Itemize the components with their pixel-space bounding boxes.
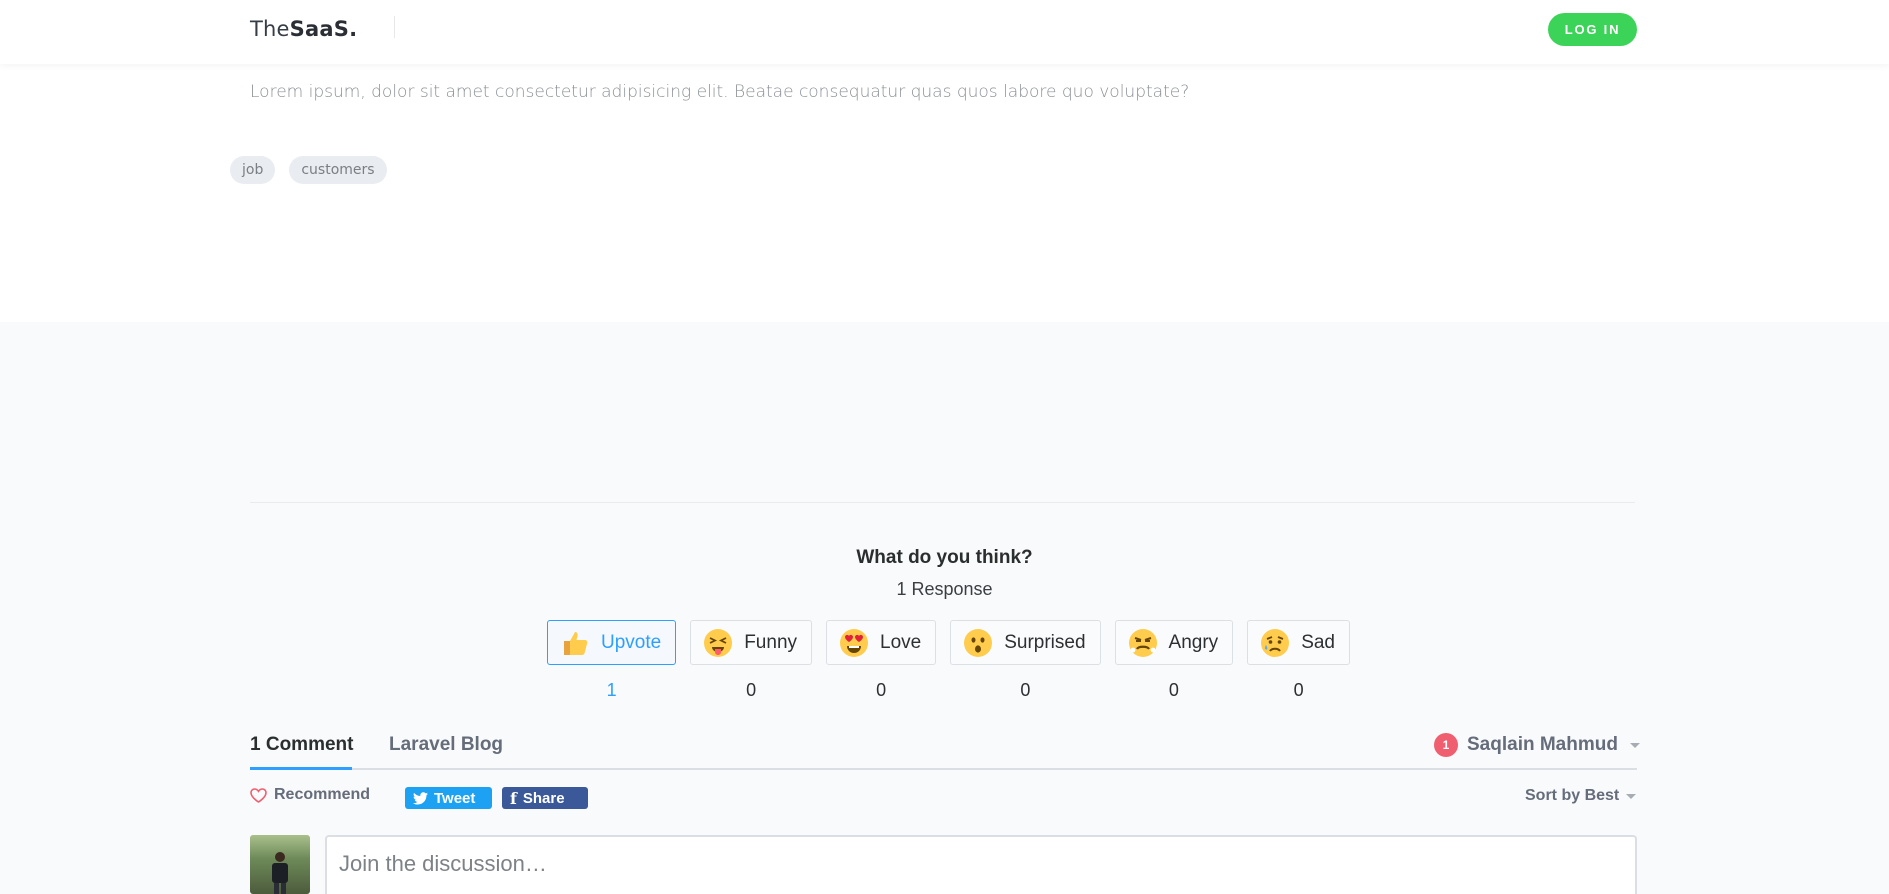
sort-dropdown[interactable]: Sort by Best bbox=[1525, 787, 1637, 805]
tag-job[interactable]: job bbox=[230, 156, 276, 184]
funny-label: Funny bbox=[744, 631, 798, 653]
section-divider bbox=[250, 502, 1635, 503]
tab-forum[interactable]: Laravel Blog bbox=[389, 734, 503, 756]
surprised-emoji-icon bbox=[964, 628, 993, 657]
tweet-button[interactable]: Tweet bbox=[405, 787, 492, 809]
angry-count: 0 bbox=[1168, 680, 1179, 700]
response-count: 1 Response bbox=[896, 579, 993, 599]
facebook-share-button[interactable]: f Share bbox=[502, 787, 588, 809]
upvote-button[interactable]: Upvote bbox=[547, 620, 677, 665]
reaction-angry: Angry 0 bbox=[1114, 620, 1234, 701]
avatar[interactable] bbox=[250, 835, 310, 894]
reactions-heading: What do you think? bbox=[856, 547, 1033, 568]
angry-emoji-icon bbox=[1128, 628, 1157, 657]
comments-section bbox=[0, 322, 1889, 894]
reaction-upvote: Upvote 1 bbox=[547, 620, 677, 701]
surprised-count: 0 bbox=[1020, 680, 1031, 700]
tabs-underline bbox=[250, 768, 1637, 770]
chevron-down-icon bbox=[1629, 742, 1640, 748]
tag-customers[interactable]: customers bbox=[289, 156, 387, 184]
funny-button[interactable]: Funny bbox=[690, 620, 813, 665]
logo-bold-text: SaaS. bbox=[289, 17, 358, 41]
user-name: Saqlain Mahmud bbox=[1467, 734, 1618, 755]
tweet-label: Tweet bbox=[434, 789, 476, 807]
sad-button[interactable]: Sad bbox=[1247, 620, 1350, 665]
thumbs-up-icon bbox=[564, 631, 588, 655]
heart-eyes-emoji-icon bbox=[840, 628, 869, 657]
discussion-input[interactable]: Join the discussion… bbox=[325, 835, 1637, 894]
tongue-out-emoji-icon bbox=[704, 628, 733, 657]
user-menu[interactable]: 1 Saqlain Mahmud bbox=[1434, 733, 1640, 757]
login-button[interactable]: LOG IN bbox=[1548, 13, 1637, 46]
sad-label: Sad bbox=[1301, 631, 1335, 653]
surprised-label: Surprised bbox=[1004, 631, 1086, 653]
sad-emoji-icon bbox=[1261, 628, 1290, 657]
active-tab-indicator bbox=[250, 767, 352, 770]
logo-light-text: The bbox=[250, 17, 290, 41]
reaction-love: Love 0 bbox=[826, 620, 937, 701]
reactions-bar: Upvote 1 Funny 0 Love 0 Surprised 0 Angr… bbox=[547, 620, 1350, 701]
sort-label: Sort by Best bbox=[1525, 787, 1620, 804]
angry-button[interactable]: Angry bbox=[1114, 620, 1234, 665]
logo[interactable]: TheSaaS. bbox=[250, 17, 357, 41]
article-lead: Lorem ipsum, dolor sit amet consectetur … bbox=[250, 82, 1190, 102]
love-label: Love bbox=[880, 631, 922, 653]
site-header: TheSaaS. LOG IN bbox=[0, 0, 1889, 64]
recommend-button[interactable]: Recommend bbox=[250, 786, 370, 804]
surprised-button[interactable]: Surprised bbox=[950, 620, 1101, 665]
reaction-surprised: Surprised 0 bbox=[950, 620, 1101, 701]
angry-label: Angry bbox=[1168, 631, 1219, 653]
love-button[interactable]: Love bbox=[826, 620, 937, 665]
upvote-label: Upvote bbox=[601, 631, 662, 653]
facebook-icon: f bbox=[510, 788, 517, 808]
upvote-count: 1 bbox=[606, 680, 617, 700]
reaction-funny: Funny 0 bbox=[690, 620, 813, 701]
recommend-label: Recommend bbox=[274, 786, 371, 803]
sad-count: 0 bbox=[1293, 680, 1304, 700]
share-label: Share bbox=[522, 789, 565, 807]
reaction-sad: Sad 0 bbox=[1247, 620, 1350, 701]
header-divider bbox=[394, 16, 395, 38]
funny-count: 0 bbox=[746, 680, 757, 700]
tag-list: job customers bbox=[230, 156, 387, 184]
user-photo-icon bbox=[272, 852, 288, 894]
tab-comments[interactable]: 1 Comment bbox=[250, 734, 353, 756]
heart-icon bbox=[250, 787, 267, 803]
notification-badge[interactable]: 1 bbox=[1434, 733, 1458, 757]
twitter-icon bbox=[413, 791, 428, 804]
chevron-down-icon bbox=[1626, 793, 1637, 799]
love-count: 0 bbox=[876, 680, 887, 700]
